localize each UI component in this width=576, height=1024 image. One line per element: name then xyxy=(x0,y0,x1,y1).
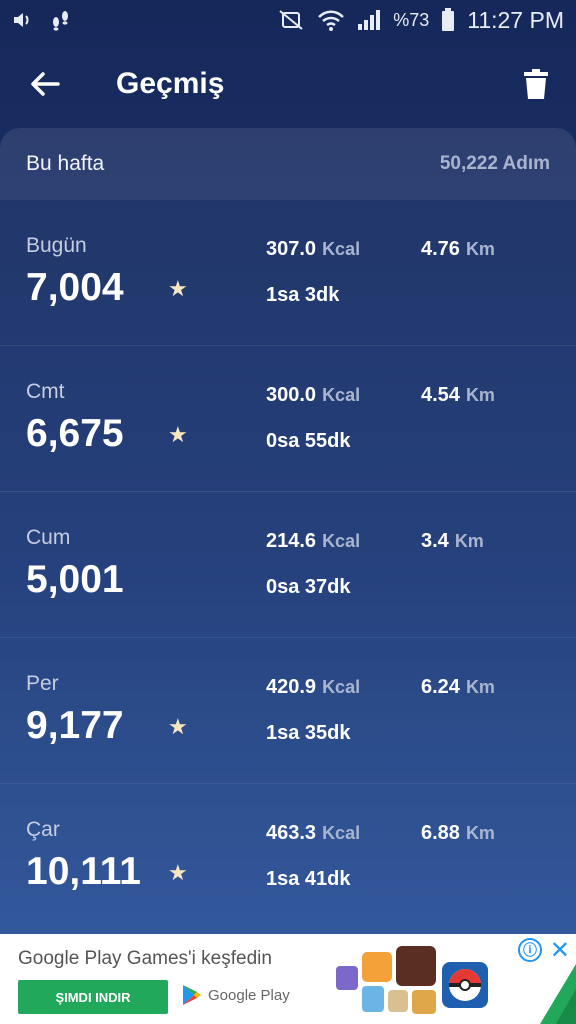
store-name: Google Play xyxy=(208,986,290,1004)
day-row[interactable]: Çar 10,111 ★ 463.3 Kcal 6.88 Km 1sa 41dk xyxy=(0,784,576,930)
history-card: Bu hafta 50,222 Adım Bugün 7,004 ★ 307.0… xyxy=(0,128,576,934)
week-label: Bu hafta xyxy=(26,152,105,175)
ad-headline: Google Play Games'i keşfedin xyxy=(18,948,272,969)
day-distance: 4.76 Km xyxy=(421,238,495,260)
wifi-icon xyxy=(317,8,345,32)
play-store-icon xyxy=(183,985,201,1005)
week-summary: Bu hafta 50,222 Adım xyxy=(0,128,576,200)
day-calories: 420.9 Kcal xyxy=(266,676,361,698)
km-unit: Km xyxy=(465,239,495,259)
kcal-unit: Kcal xyxy=(322,677,361,697)
kcal-unit: Kcal xyxy=(322,531,361,551)
delete-button[interactable] xyxy=(496,40,576,128)
day-name: Per xyxy=(26,672,59,695)
goal-star-icon: ★ xyxy=(168,714,188,739)
day-name: Bugün xyxy=(26,234,87,257)
km-unit: Km xyxy=(465,823,495,843)
day-steps: 9,177 xyxy=(26,704,124,747)
day-row[interactable]: Cmt 6,675 ★ 300.0 Kcal 4.54 Km 0sa 55dk xyxy=(0,346,576,492)
day-calories: 300.0 Kcal xyxy=(266,384,361,406)
day-row[interactable]: Bugün 7,004 ★ 307.0 Kcal 4.76 Km 1sa 3dk xyxy=(0,200,576,346)
day-duration: 0sa 37dk xyxy=(266,576,351,598)
app-bar: Geçmiş xyxy=(0,40,576,128)
day-distance: 3.4 Km xyxy=(421,530,484,552)
goal-star-icon: ★ xyxy=(168,276,188,301)
day-row[interactable]: Cum 5,001 214.6 Kcal 3.4 Km 0sa 37dk xyxy=(0,492,576,638)
week-total-steps: 50,222 Adım xyxy=(439,153,550,174)
goal-star-icon: ★ xyxy=(168,860,188,885)
day-steps: 6,675 xyxy=(26,412,124,455)
day-steps: 7,004 xyxy=(26,266,124,309)
day-calories: 463.3 Kcal xyxy=(266,822,361,844)
day-name: Cmt xyxy=(26,380,65,403)
day-distance: 4.54 Km xyxy=(421,384,495,406)
day-duration: 1sa 41dk xyxy=(266,868,351,890)
kcal-unit: Kcal xyxy=(322,385,361,405)
day-calories: 214.6 Kcal xyxy=(266,530,361,552)
back-button[interactable] xyxy=(0,40,90,128)
day-steps: 10,111 xyxy=(26,850,141,893)
page-title: Geçmiş xyxy=(116,67,225,100)
day-duration: 0sa 55dk xyxy=(266,430,351,452)
kcal-unit: Kcal xyxy=(322,823,361,843)
battery-icon xyxy=(441,8,455,32)
battery-percent: %73 xyxy=(393,9,430,30)
day-name: Çar xyxy=(26,818,60,841)
signal-icon xyxy=(357,9,381,31)
volume-icon xyxy=(12,10,34,30)
kcal-unit: Kcal xyxy=(322,239,361,259)
day-calories: 307.0 Kcal xyxy=(266,238,361,260)
day-distance: 6.24 Km xyxy=(421,676,495,698)
mute-icon xyxy=(277,9,305,31)
day-duration: 1sa 35dk xyxy=(266,722,351,744)
ad-corner-decoration xyxy=(540,964,576,1024)
trash-icon xyxy=(524,69,548,99)
back-arrow-icon xyxy=(31,72,60,96)
day-duration: 1sa 3dk xyxy=(266,284,340,306)
clock: 11:27 PM xyxy=(467,6,564,33)
google-play-logo: Google Play xyxy=(182,984,290,1006)
km-unit: Km xyxy=(465,677,495,697)
status-bar: %73 11:27 PM xyxy=(0,0,576,40)
day-distance: 6.88 Km xyxy=(421,822,495,844)
day-row[interactable]: Per 9,177 ★ 420.9 Kcal 6.24 Km 1sa 35dk xyxy=(0,638,576,784)
game-thumbnails-image xyxy=(332,942,492,1018)
day-name: Cum xyxy=(26,526,71,549)
day-steps: 5,001 xyxy=(26,558,124,601)
steps-icon xyxy=(50,8,72,32)
km-unit: Km xyxy=(465,385,495,405)
km-unit: Km xyxy=(454,531,484,551)
ad-install-button[interactable]: ŞIMDI INDIR xyxy=(18,980,168,1014)
goal-star-icon: ★ xyxy=(168,422,188,447)
ad-banner[interactable]: Google Play Games'i keşfedin ŞIMDI INDIR… xyxy=(0,934,576,1024)
